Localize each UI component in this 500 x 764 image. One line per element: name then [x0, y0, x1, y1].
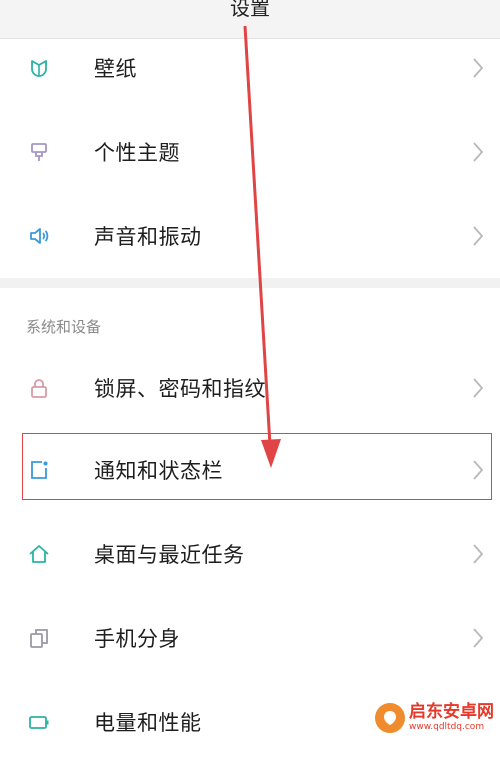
chevron-right-icon: [473, 628, 484, 648]
wallpaper-icon: [26, 55, 52, 81]
settings-item-label: 个性主题: [94, 141, 180, 165]
settings-item-dual-apps[interactable]: 手机分身: [0, 596, 500, 680]
settings-item-label: 壁纸: [94, 57, 137, 81]
settings-item-label: 桌面与最近任务: [94, 543, 245, 567]
section-divider: [0, 278, 500, 288]
settings-item-label: 电量和性能: [94, 711, 202, 735]
chevron-right-icon: [473, 58, 484, 78]
watermark-name: 启东安卓网: [409, 702, 494, 722]
lock-icon: [26, 375, 52, 401]
settings-item-sound[interactable]: 声音和振动: [0, 194, 500, 278]
settings-item-label: 锁屏、密码和指纹: [94, 377, 266, 401]
highlight-box: [22, 433, 492, 500]
section-title: 系统和设备: [26, 318, 102, 336]
chevron-right-icon: [473, 142, 484, 162]
settings-item-lockscreen[interactable]: 锁屏、密码和指纹: [0, 346, 500, 430]
settings-item-theme[interactable]: 个性主题: [0, 110, 500, 194]
chevron-right-icon: [473, 226, 484, 246]
watermark-badge-icon: [375, 703, 405, 733]
speaker-icon: [26, 223, 52, 249]
chevron-right-icon: [473, 378, 484, 398]
theme-brush-icon: [26, 139, 52, 165]
settings-item-label: 声音和振动: [94, 225, 202, 249]
watermark-logo: 启东安卓网 www.qdltdq.com: [375, 703, 494, 733]
home-icon: [26, 541, 52, 567]
settings-item-wallpaper[interactable]: 壁纸: [0, 26, 500, 110]
settings-item-label: 手机分身: [94, 627, 180, 651]
chevron-right-icon: [473, 544, 484, 564]
dual-apps-icon: [26, 625, 52, 651]
battery-icon: [26, 709, 52, 735]
page-title: 设置: [230, 0, 270, 20]
watermark-url: www.qdltdq.com: [409, 722, 485, 732]
settings-item-desktop[interactable]: 桌面与最近任务: [0, 512, 500, 596]
